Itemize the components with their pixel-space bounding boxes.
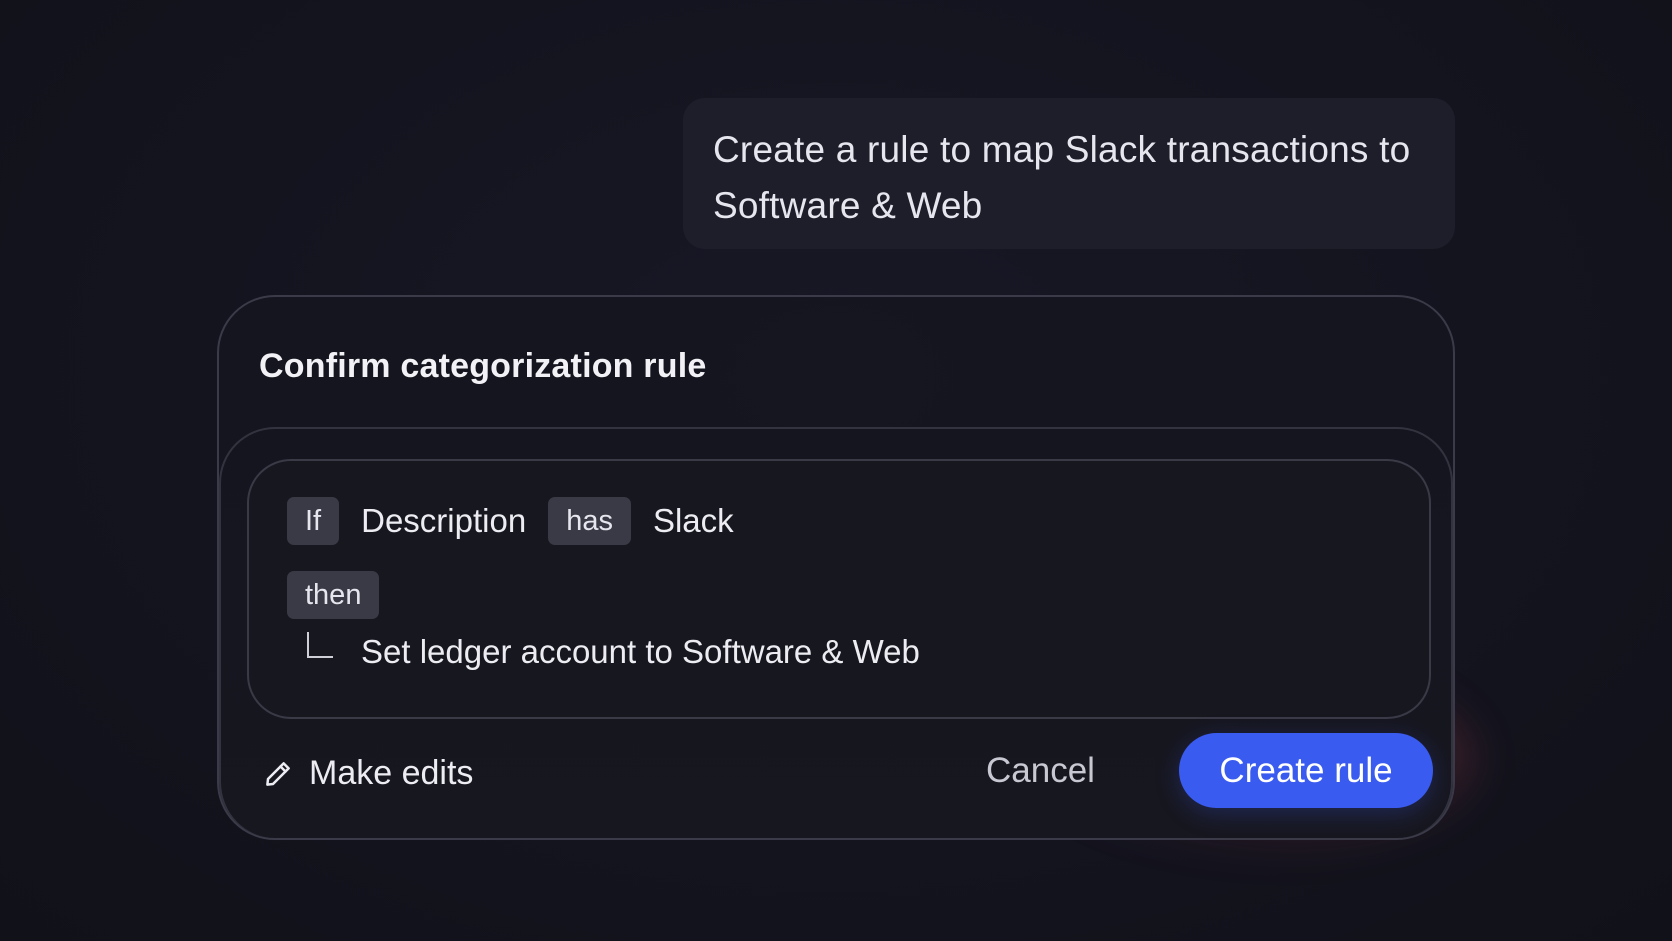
cancel-button[interactable]: Cancel bbox=[986, 751, 1095, 791]
confirm-rule-card: Confirm categorization rule If Descripti… bbox=[217, 295, 1455, 840]
condition-value: Slack bbox=[652, 502, 734, 539]
make-edits-label: Make edits bbox=[309, 754, 474, 792]
condition-field: Description bbox=[361, 502, 527, 539]
then-chip: then bbox=[287, 571, 380, 619]
branch-corner-icon bbox=[307, 632, 333, 658]
create-rule-button[interactable]: Create rule bbox=[1179, 733, 1433, 808]
rule-condition-row: If Description has Slack bbox=[287, 497, 756, 545]
rule-then-row: then bbox=[287, 571, 380, 619]
rule-panel: If Description has Slack then Set ledger… bbox=[219, 427, 1453, 838]
screen: Create a rule to map Slack transactions … bbox=[0, 0, 1672, 941]
operator-chip: has bbox=[548, 497, 631, 545]
pencil-icon bbox=[266, 761, 290, 786]
card-title: Confirm categorization rule bbox=[259, 347, 707, 385]
rule-action-text: Set ledger account to Software & Web bbox=[361, 633, 920, 670]
make-edits-button[interactable]: Make edits bbox=[263, 754, 473, 793]
user-message-text: Create a rule to map Slack transactions … bbox=[713, 129, 1411, 226]
user-message-bubble: Create a rule to map Slack transactions … bbox=[683, 98, 1455, 249]
if-chip: If bbox=[287, 497, 340, 545]
rule-action-row: Set ledger account to Software & Web bbox=[307, 632, 920, 671]
rule-definition: If Description has Slack then Set ledger… bbox=[247, 459, 1431, 719]
